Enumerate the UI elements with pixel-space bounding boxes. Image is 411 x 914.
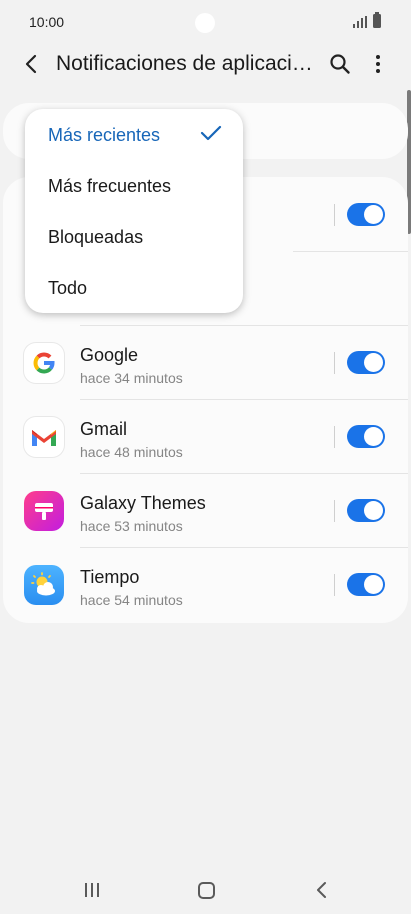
divider <box>334 204 335 226</box>
dropdown-item-mas-recientes[interactable]: Más recientes <box>48 109 243 160</box>
divider <box>334 426 335 448</box>
app-row-galaxy-themes[interactable]: Galaxy Themes hace 53 minutos <box>3 473 408 548</box>
galaxy-themes-icon <box>24 491 64 531</box>
dropdown-item-label: Bloqueadas <box>48 227 144 247</box>
search-icon[interactable] <box>328 52 352 76</box>
app-header: Notificaciones de aplicaciones <box>0 44 411 84</box>
front-camera <box>195 13 215 33</box>
app-name: Gmail <box>80 419 128 439</box>
app-name: Tiempo <box>80 567 140 587</box>
dropdown-item-label: Más frecuentes <box>48 176 172 196</box>
app-name: Galaxy Themes <box>80 493 206 513</box>
battery-icon <box>373 12 381 28</box>
divider <box>334 500 335 522</box>
recents-icon[interactable] <box>83 882 101 898</box>
dropdown-item-mas-frecuentes[interactable]: Más frecuentes <box>48 160 243 211</box>
home-icon[interactable] <box>198 882 215 899</box>
app-row-gmail[interactable]: Gmail hace 48 minutos <box>3 399 408 474</box>
status-bar: 10:00 <box>0 0 411 44</box>
dropdown-item-label: Más recientes <box>48 125 161 145</box>
nav-back-icon[interactable] <box>315 881 329 899</box>
gmail-notification-toggle[interactable] <box>347 425 385 448</box>
app-last-notification-time: hace 53 minutos <box>80 518 183 534</box>
galaxy-themes-notification-toggle[interactable] <box>347 499 385 522</box>
app-last-notification-time: hace 48 minutos <box>80 444 183 460</box>
toggle-knob <box>364 501 383 520</box>
dropdown-item-todo[interactable]: Todo <box>48 262 243 313</box>
app-last-notification-time: hace 34 minutos <box>80 370 183 386</box>
app-last-notification-time: hace 54 minutos <box>80 592 183 608</box>
status-time: 10:00 <box>29 14 65 30</box>
toggle-knob <box>364 575 383 594</box>
app-row-tiempo[interactable]: Tiempo hace 54 minutos <box>3 547 408 622</box>
app-row-google[interactable]: Google hace 34 minutos <box>3 325 408 400</box>
toggle-knob <box>364 427 383 446</box>
divider <box>334 574 335 596</box>
toggle-knob <box>364 353 383 372</box>
dropdown-item-bloqueadas[interactable]: Bloqueadas <box>48 211 243 262</box>
tiempo-notification-toggle[interactable] <box>347 573 385 596</box>
signal-icon <box>353 16 367 28</box>
back-arrow-icon[interactable] <box>22 53 42 75</box>
toggle-knob <box>364 205 383 224</box>
gmail-icon <box>24 417 64 457</box>
system-nav-bar <box>0 860 411 914</box>
dropdown-item-label: Todo <box>48 278 88 298</box>
weather-icon <box>24 565 64 605</box>
page-title: Notificaciones de aplicaciones <box>56 52 318 75</box>
google-icon <box>24 343 64 383</box>
more-options-icon[interactable] <box>368 52 388 76</box>
check-icon <box>200 125 222 141</box>
app-name: Google <box>80 345 139 365</box>
sort-filter-dropdown: Más recientes Más frecuentes Bloqueadas … <box>25 109 243 313</box>
divider <box>334 352 335 374</box>
notification-toggle[interactable] <box>347 203 385 226</box>
google-notification-toggle[interactable] <box>347 351 385 374</box>
